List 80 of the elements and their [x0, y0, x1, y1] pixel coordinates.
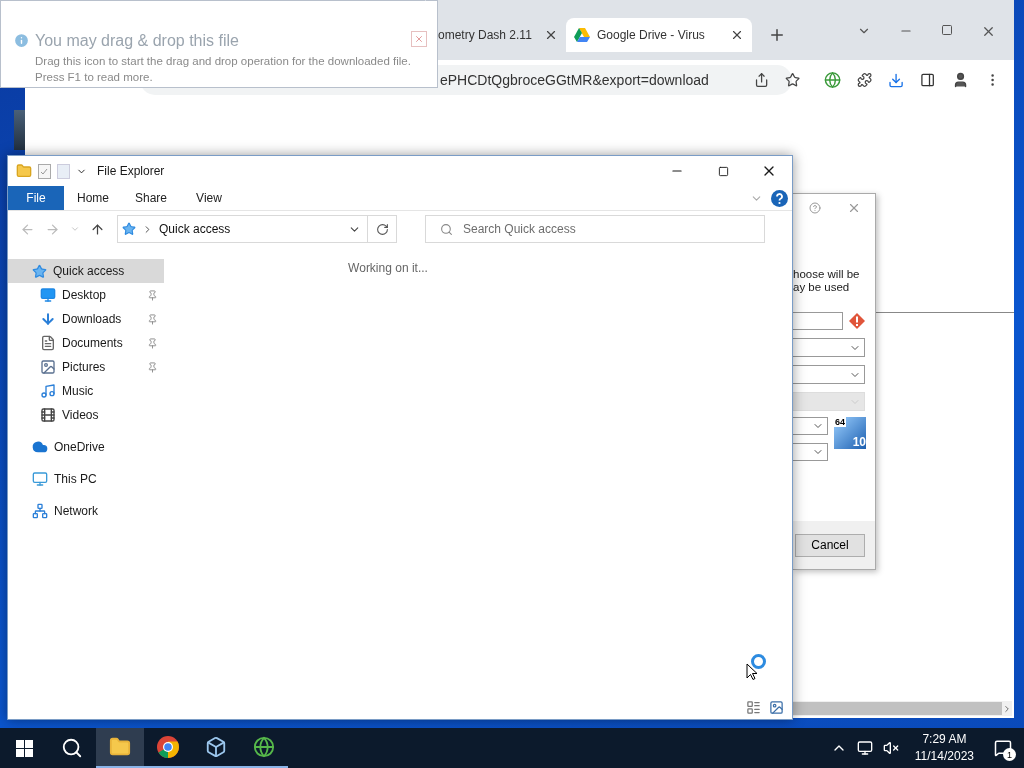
search-icon[interactable]	[61, 737, 83, 759]
dropdown[interactable]	[793, 338, 865, 357]
navigation-item[interactable]: Documents	[8, 331, 164, 355]
refresh-icon[interactable]	[375, 222, 389, 236]
scrollbar[interactable]	[790, 701, 1012, 716]
navigation-item[interactable]: Pictures	[8, 355, 164, 379]
cancel-button[interactable]: Cancel	[795, 533, 865, 557]
new-tab-icon[interactable]	[768, 26, 786, 44]
pin-icon	[147, 337, 158, 349]
music-note-icon	[40, 383, 56, 399]
dropdown[interactable]	[793, 443, 828, 461]
picture-icon	[40, 359, 56, 375]
monitor-icon	[32, 471, 48, 487]
notification-button[interactable]: 1	[990, 735, 1016, 761]
search-box[interactable]: Search Quick access	[425, 215, 765, 243]
info-icon	[13, 32, 30, 49]
address-field[interactable]: Quick access	[117, 215, 397, 243]
scroll-right-icon[interactable]	[1002, 703, 1012, 714]
ribbon-tab[interactable]: Home	[64, 186, 122, 210]
folder-icon	[109, 736, 131, 758]
navigation-item[interactable]: Quick access	[8, 259, 164, 283]
folder-icon	[16, 163, 32, 179]
pin-icon	[147, 289, 158, 301]
cube-icon	[205, 736, 227, 758]
navigation-item[interactable]: Videos	[8, 403, 164, 427]
dropdown[interactable]	[793, 365, 865, 384]
app-logo: 64 10	[834, 417, 866, 449]
muted-speaker-icon[interactable]	[882, 740, 899, 756]
document-icon	[40, 335, 56, 351]
taskbar-app[interactable]	[96, 728, 144, 768]
dialog-text: ay be used	[793, 281, 851, 294]
pin-icon	[147, 313, 158, 325]
navigation-item[interactable]: Desktop	[8, 283, 164, 307]
ribbon-tab[interactable]: View	[180, 186, 238, 210]
up-icon[interactable]	[90, 221, 105, 237]
dropdown[interactable]	[793, 417, 828, 435]
text-field[interactable]	[793, 312, 843, 330]
maximize-icon[interactable]	[941, 24, 953, 36]
search-icon	[440, 222, 453, 236]
status-text: Working on it...	[348, 261, 428, 277]
help-icon[interactable]	[771, 189, 788, 207]
details-view-icon[interactable]	[746, 700, 761, 715]
windows-logo-icon	[15, 739, 33, 757]
star-icon	[32, 263, 47, 279]
side-panel-icon[interactable]	[920, 72, 936, 88]
navigation-item[interactable]: Downloads	[8, 307, 164, 331]
network-icon[interactable]	[856, 740, 873, 756]
down-arrow-icon	[40, 311, 56, 327]
close-icon[interactable]	[730, 28, 744, 42]
share-icon[interactable]	[753, 72, 769, 88]
pin-icon	[147, 361, 158, 373]
globe-icon	[253, 736, 275, 758]
dialog-text: hoose will be	[793, 268, 861, 281]
cloud-icon	[32, 439, 48, 455]
window-title: File Explorer	[97, 164, 165, 178]
maximize-icon[interactable]	[717, 165, 729, 177]
extensions-icon[interactable]	[857, 72, 873, 88]
navigation-item[interactable]: OneDrive	[8, 435, 164, 459]
cursor-icon	[746, 663, 758, 681]
chrome-icon	[156, 735, 180, 759]
network-icon	[32, 503, 48, 519]
browser-tab[interactable]: ometry Dash 2.11	[430, 18, 566, 52]
ribbon-tab[interactable]: File	[8, 186, 64, 210]
film-icon	[40, 407, 56, 423]
navigation-item[interactable]: Music	[8, 379, 164, 403]
ribbon-tab[interactable]: Share	[122, 186, 180, 210]
monitor-icon	[40, 287, 56, 303]
browser-tab[interactable]: Google Drive - Virus	[566, 18, 752, 52]
bookmark-star-icon[interactable]	[784, 72, 800, 88]
tooltip-title: You may drag & drop this file	[35, 31, 239, 51]
clock[interactable]: 7:29 AM 11/14/2023	[914, 731, 974, 765]
warning-icon	[849, 313, 865, 329]
close-icon[interactable]	[544, 28, 558, 42]
navigation-item[interactable]: Network	[8, 499, 164, 523]
drive-logo-icon	[574, 28, 590, 42]
large-icons-view-icon[interactable]	[769, 700, 784, 715]
star-icon	[122, 222, 136, 236]
globe-icon[interactable]	[824, 71, 842, 89]
navigation-item[interactable]: This PC	[8, 467, 164, 491]
download-icon[interactable]	[888, 71, 905, 89]
